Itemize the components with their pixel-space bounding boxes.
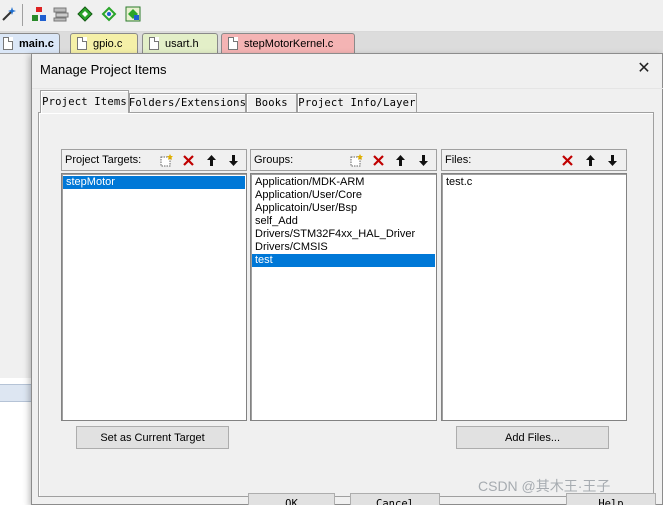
list-item[interactable]: Applicatoin/User/Bsp — [252, 202, 435, 215]
groups-list[interactable]: Application/MDK-ARM Application/User/Cor… — [250, 173, 437, 421]
files-header: Files: — [441, 149, 627, 171]
pack-installer-icon[interactable] — [124, 5, 142, 23]
select-packs-icon[interactable] — [100, 5, 118, 23]
list-item[interactable]: Drivers/STM32F4xx_HAL_Driver — [252, 228, 435, 241]
tab-stepmotorkernel-c[interactable]: stepMotorKernel.c — [221, 33, 355, 53]
cancel-button[interactable]: Cancel — [350, 493, 440, 505]
tab-books[interactable]: Books — [246, 93, 297, 112]
groups-header: Groups: — [250, 149, 437, 171]
groups-label: Groups: — [254, 154, 294, 166]
move-up-icon[interactable] — [392, 152, 409, 169]
document-icon — [77, 37, 87, 50]
magic-wand-icon[interactable] — [0, 5, 18, 23]
new-insert-icon[interactable] — [158, 152, 175, 169]
tab-label: usart.h — [165, 37, 199, 50]
close-icon[interactable]: ✕ — [636, 60, 652, 77]
project-targets-list[interactable]: stepMotor — [61, 173, 247, 421]
files-list[interactable]: test.c — [441, 173, 627, 421]
dialog-body: Project Items Folders/Extensions Books P… — [32, 88, 663, 505]
tab-project-items[interactable]: Project Items — [40, 90, 129, 113]
green-diamond-icon[interactable] — [76, 5, 94, 23]
new-insert-icon[interactable] — [348, 152, 365, 169]
tab-label: stepMotorKernel.c — [244, 37, 334, 50]
tab-gpio-c[interactable]: gpio.c — [70, 33, 138, 53]
move-up-icon[interactable] — [582, 152, 599, 169]
tab-folders-extensions[interactable]: Folders/Extensions — [129, 93, 246, 112]
list-item[interactable]: stepMotor — [63, 176, 245, 189]
watermark: CSDN @其木王·王子 — [478, 478, 611, 494]
ok-button[interactable]: OK — [248, 493, 335, 505]
move-down-icon[interactable] — [604, 152, 621, 169]
project-targets-label: Project Targets: — [65, 154, 142, 166]
move-down-icon[interactable] — [415, 152, 432, 169]
list-item[interactable]: Application/MDK-ARM — [252, 176, 435, 189]
tab-label: main.c — [19, 37, 54, 50]
output-panel-header — [0, 384, 34, 402]
list-item[interactable]: Drivers/CMSIS — [252, 241, 435, 254]
files-label: Files: — [445, 154, 472, 166]
dialog-title: Manage Project Items — [40, 62, 167, 77]
tab-usart-h[interactable]: usart.h — [142, 33, 218, 53]
move-up-icon[interactable] — [203, 152, 220, 169]
document-icon — [149, 37, 159, 50]
editor-tab-strip: main.c gpio.c usart.h stepMotorKernel.c — [0, 32, 663, 54]
ide-toolbar — [0, 0, 663, 32]
tab-project-info-layer[interactable]: Project Info/Layer — [297, 93, 417, 112]
delete-icon[interactable] — [370, 152, 387, 169]
delete-icon[interactable] — [180, 152, 197, 169]
toolbar-separator — [22, 4, 23, 26]
tab-main-c[interactable]: main.c — [0, 33, 60, 53]
add-files-button[interactable]: Add Files... — [456, 426, 609, 449]
project-targets-header: Project Targets: — [61, 149, 247, 171]
manage-components-icon[interactable] — [30, 5, 48, 23]
delete-icon[interactable] — [559, 152, 576, 169]
stack-icon[interactable] — [52, 5, 70, 23]
set-as-current-target-button[interactable]: Set as Current Target — [76, 426, 229, 449]
tab-label: gpio.c — [93, 37, 123, 50]
list-item[interactable]: Application/User/Core — [252, 189, 435, 202]
ide-output-panel — [0, 378, 34, 505]
list-item[interactable]: test — [252, 254, 435, 267]
document-icon — [228, 37, 238, 50]
list-item[interactable]: self_Add — [252, 215, 435, 228]
manage-project-items-dialog: Manage Project Items ✕ Project Items Fol… — [31, 53, 663, 505]
list-item[interactable]: test.c — [443, 176, 625, 189]
move-down-icon[interactable] — [225, 152, 242, 169]
document-icon — [3, 37, 13, 50]
